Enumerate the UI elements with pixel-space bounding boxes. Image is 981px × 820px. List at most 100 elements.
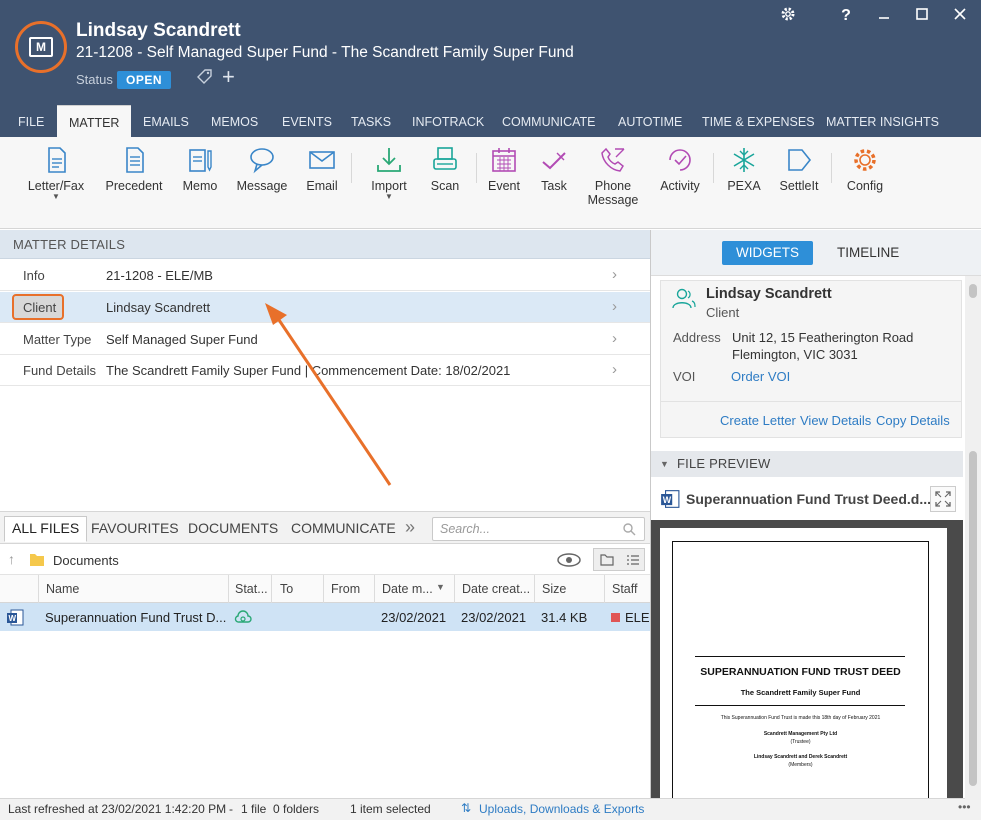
event-button[interactable]: Event: [484, 145, 524, 193]
last-refreshed: Last refreshed at 23/02/2021 1:42:20 PM: [8, 802, 227, 816]
phone-message-button[interactable]: Phone Message: [586, 145, 640, 207]
tab-widgets[interactable]: WIDGETS: [722, 241, 813, 265]
folder-view-icon[interactable]: [600, 554, 614, 566]
letter-fax-button[interactable]: Letter/Fax ▼: [26, 145, 86, 201]
create-letter-link[interactable]: Create Letter: [720, 413, 796, 428]
tab-infotrack[interactable]: INFOTRACK: [400, 105, 496, 137]
tab-autotime[interactable]: AUTOTIME: [606, 105, 694, 137]
file-search-input[interactable]: Search...: [432, 517, 645, 541]
scan-label: Scan: [430, 179, 460, 193]
col-size[interactable]: Size: [542, 582, 566, 596]
tab-memos[interactable]: MEMOS: [199, 105, 270, 137]
matter-row-info[interactable]: Info 21-1208 - ELE/MB ›: [0, 260, 650, 291]
current-folder[interactable]: Documents: [53, 553, 119, 568]
minimize-icon[interactable]: [874, 6, 894, 26]
col-name[interactable]: Name: [46, 582, 79, 596]
chevron-down-icon: ▼: [52, 192, 60, 201]
folder-count: 0 folders: [273, 802, 320, 816]
scan-button[interactable]: Scan: [425, 145, 465, 193]
cloud-sync-icon: [234, 610, 252, 623]
tab-favourites[interactable]: FAVOURITES: [84, 517, 186, 539]
tab-matter-insights[interactable]: MATTER INSIGHTS: [814, 105, 951, 137]
row-label: Matter Type: [23, 332, 92, 347]
tag-icon[interactable]: [196, 68, 214, 91]
memo-button[interactable]: Memo: [175, 145, 225, 193]
list-view-icon[interactable]: [626, 554, 640, 566]
col-status[interactable]: Stat...: [235, 582, 268, 596]
tab-emails[interactable]: EMAILS: [131, 105, 201, 137]
annotation-arrow-icon: [265, 303, 392, 486]
close-icon[interactable]: [950, 6, 970, 26]
doc-title: SUPERANNUATION FUND TRUST DEED: [700, 666, 901, 678]
view-details-link[interactable]: View Details: [800, 413, 871, 428]
config-label: Config: [846, 179, 884, 193]
pexa-icon: [733, 148, 755, 172]
contact-name[interactable]: Lindsay Scandrett: [706, 286, 832, 302]
status-badge[interactable]: OPEN: [117, 71, 172, 89]
contact-role: Client: [706, 305, 740, 320]
search-placeholder: Search...: [440, 522, 491, 536]
file-preview-header[interactable]: ▼ FILE PREVIEW: [651, 451, 963, 477]
calendar-icon: [492, 148, 516, 172]
col-date-modified[interactable]: Date m...: [382, 582, 433, 596]
activity-button[interactable]: Activity: [655, 145, 705, 193]
up-arrow-icon[interactable]: ↑: [8, 551, 15, 567]
add-tag-icon[interactable]: +: [222, 66, 235, 88]
message-button[interactable]: Message: [234, 145, 290, 193]
table-row[interactable]: W Superannuation Fund Trust D... 23/02/2…: [0, 603, 650, 631]
search-icon: [623, 523, 636, 536]
word-document-icon: W: [7, 609, 24, 626]
doc-rule: [695, 705, 905, 706]
svg-text:W: W: [9, 614, 17, 623]
preview-file-name[interactable]: Superannuation Fund Trust Deed.d...: [686, 491, 931, 507]
row-label: Client: [23, 300, 57, 315]
maximize-icon[interactable]: [912, 6, 932, 26]
settleit-arrow-icon: [788, 149, 812, 171]
settleit-button[interactable]: SettleIt: [776, 145, 822, 193]
task-button[interactable]: Task: [535, 145, 573, 193]
tab-events[interactable]: EVENTS: [270, 105, 344, 137]
title-bar: M Lindsay Scandrett 21-1208 - Self Manag…: [0, 0, 981, 105]
tab-tasks[interactable]: TASKS: [339, 105, 403, 137]
col-staff[interactable]: Staff: [612, 582, 637, 596]
phone-message-label-1: Phone: [594, 179, 632, 193]
tab-matter[interactable]: MATTER: [57, 105, 132, 137]
ribbon-tabs: FILE MATTER EMAILS MEMOS EVENTS TASKS IN…: [0, 105, 981, 137]
double-chevron-right-icon[interactable]: »: [405, 517, 415, 538]
order-voi-link[interactable]: Order VOI: [731, 369, 790, 384]
email-button[interactable]: Email: [300, 145, 344, 193]
tab-communicate[interactable]: COMMUNICATE: [490, 105, 608, 137]
tab-all-files[interactable]: ALL FILES: [4, 516, 88, 542]
tab-documents[interactable]: DOCUMENTS: [181, 517, 285, 539]
doc-line5: (Members): [788, 762, 813, 768]
tab-file[interactable]: FILE: [6, 105, 56, 137]
app-logo-icon: M: [15, 21, 67, 73]
tab-communicate-files[interactable]: COMMUNICATE: [284, 517, 403, 539]
config-button[interactable]: Config: [842, 145, 888, 193]
gear-icon: [854, 149, 876, 171]
email-label: Email: [306, 179, 338, 193]
import-button[interactable]: Import ▼: [366, 145, 412, 201]
precedent-button[interactable]: Precedent: [104, 145, 164, 193]
copy-details-link[interactable]: Copy Details: [876, 413, 950, 428]
col-from[interactable]: From: [331, 582, 360, 596]
gear-icon[interactable]: [778, 6, 798, 26]
chevron-right-icon: ›: [612, 266, 617, 283]
address-line1: Unit 12, 15 Featherington Road: [732, 330, 914, 345]
pexa-button[interactable]: PEXA: [722, 145, 766, 193]
collapse-caret-icon: ▼: [660, 459, 670, 469]
row-value: 21-1208 - ELE/MB: [106, 268, 213, 283]
col-to[interactable]: To: [280, 582, 293, 596]
expand-icon[interactable]: [930, 486, 956, 512]
tab-timeline[interactable]: TIMELINE: [823, 241, 913, 265]
uploads-link[interactable]: Uploads, Downloads & Exports: [479, 802, 644, 816]
view-toggle: [593, 548, 645, 571]
address-label: Address: [673, 330, 721, 345]
tab-time-expenses[interactable]: TIME & EXPENSES: [690, 105, 827, 137]
window-matter-line: 21-1208 - Self Managed Super Fund - The …: [76, 44, 574, 61]
right-panel-scrollbar[interactable]: [965, 276, 981, 800]
help-icon[interactable]: ?: [836, 6, 856, 26]
col-date-created[interactable]: Date creat...: [462, 582, 530, 596]
more-icon[interactable]: •••: [958, 800, 971, 814]
eye-icon[interactable]: [557, 552, 581, 568]
